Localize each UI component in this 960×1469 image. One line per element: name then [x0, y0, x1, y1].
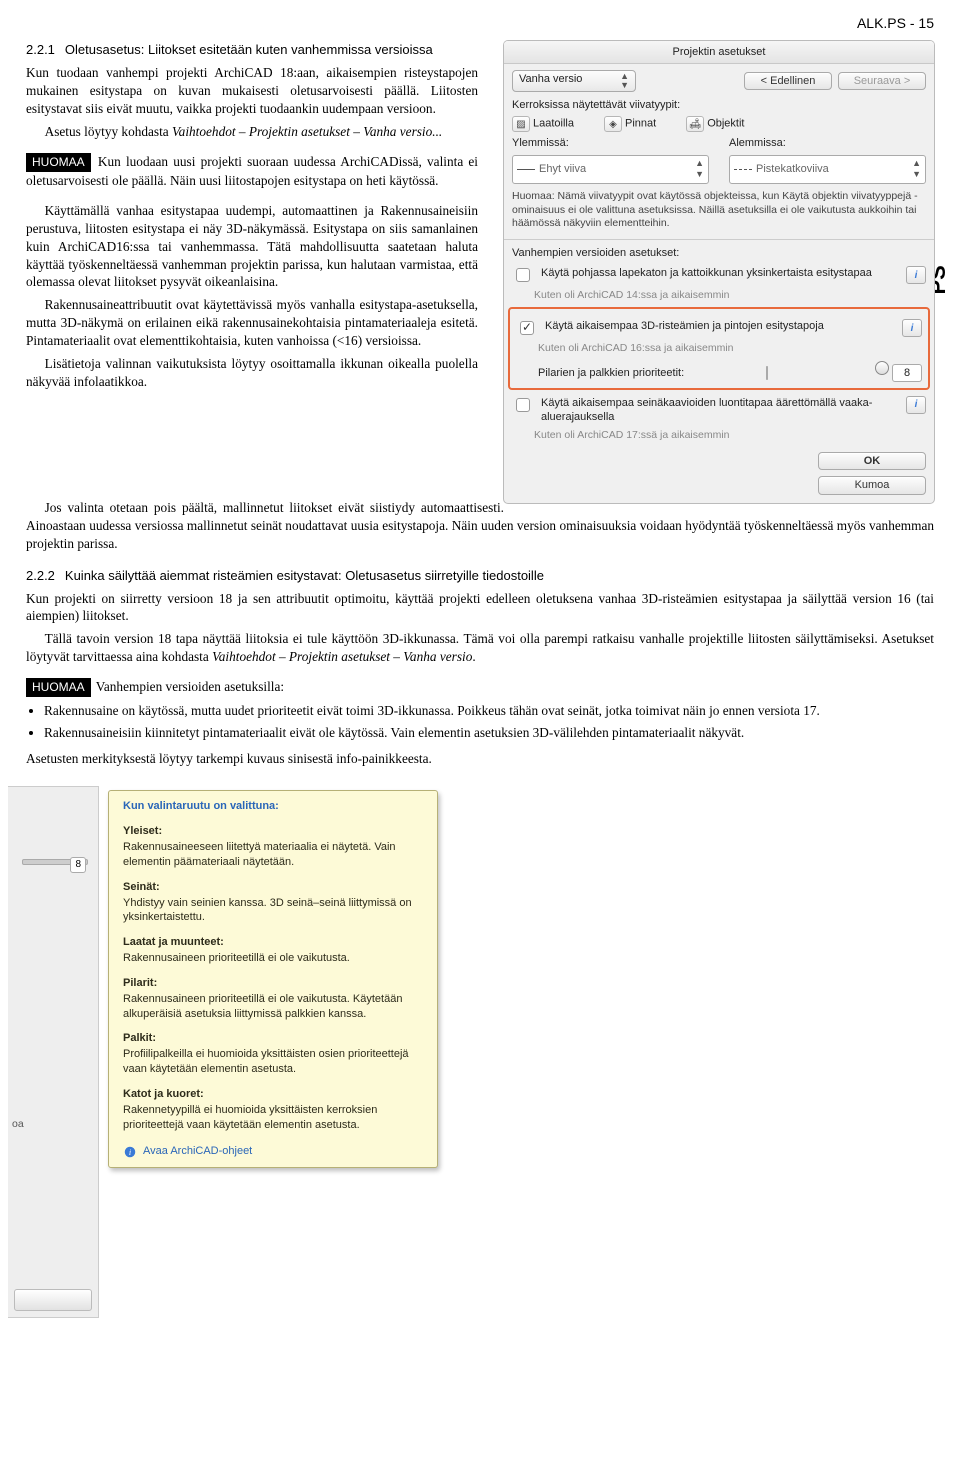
priority-slider[interactable] [766, 366, 886, 380]
next-button: Seuraava > [838, 72, 926, 90]
highlighted-option: Käytä aikaisempaa 3D-risteämien ja pinto… [508, 307, 930, 390]
tt-s2b: Yhdistyy vain seinien kanssa. 3D seinä–s… [123, 896, 423, 926]
info-button-1[interactable]: i [906, 266, 926, 284]
tt-s1b: Rakennusaineeseen liitettyä materiaalia … [123, 840, 423, 870]
section-222-heading: 2.2.2 Kuinka säilyttää aiemmat risteämie… [26, 567, 934, 585]
section-221-p3: Kun luodaan uusi projekti suoraan uudess… [26, 154, 478, 188]
tt-s4b: Rakennusaineen prioriteetillä ei ole vai… [123, 992, 423, 1022]
huomaa-badge-2: HUOMAA [26, 678, 91, 697]
section-222-p3: Asetusten merkityksestä löytyy tarkempi … [26, 750, 934, 768]
tt-s4t: Pilarit: [123, 976, 423, 991]
page-reference: ALK.PS - 15 [26, 14, 934, 33]
tooltip-panel: Kun valintaruutu on valittuna: Yleiset: … [108, 790, 438, 1168]
panel-note: Huomaa: Nämä viivatyypit ovat käytössä o… [512, 190, 926, 231]
gutter-slider-val: 8 [70, 857, 86, 873]
project-settings-panel: Projektin asetukset Vanha versio ▲▼ < Ed… [504, 41, 934, 503]
info-button-2[interactable]: i [902, 319, 922, 337]
priority-value: 8 [892, 364, 922, 382]
bullet-2: Rakennusaineisiin kiinnitetyt pintamater… [44, 724, 934, 742]
tooltip-footer-link[interactable]: i Avaa ArchiCAD-ohjeet [123, 1144, 423, 1159]
ok-button[interactable]: OK [818, 452, 926, 470]
gutter-strip: 8 oa [8, 786, 99, 1318]
check3[interactable] [516, 398, 530, 412]
section-221-num: 2.2.1 [26, 42, 55, 57]
lower-line-select[interactable]: Pistekatkoviiva ▲▼ [729, 155, 926, 184]
check2-label: Käytä aikaisempaa 3D-risteämien ja pinto… [545, 319, 894, 333]
section-222-p1: Kun projekti on siirretty versioon 18 ja… [26, 590, 934, 626]
ylemmissa-label: Ylemmissä: [512, 136, 709, 150]
tt-s6b: Rakennetyypillä ei huomioida yksittäiste… [123, 1103, 423, 1133]
chip-pinnat: ◈Pinnat [604, 116, 656, 132]
check3-sub: Kuten oli ArchiCAD 17:ssä ja aikaisemmin [534, 429, 926, 443]
object-icon: 🛋 [686, 116, 704, 132]
layers-label: Kerroksissa näytettävät viivatyypit: [512, 98, 926, 112]
section-221-p2b: Vaihtoehdot – Projektin asetukset – Vanh… [172, 124, 442, 139]
bullet-1: Rakennusaine on käytössä, mutta uudet pr… [44, 702, 934, 720]
section-221-p2a: Asetus löytyy kohdasta [45, 124, 172, 139]
tt-s3t: Laatat ja muunteet: [123, 935, 423, 950]
section-222-p2a: Tällä tavoin version 18 tapa näyttää lii… [26, 631, 934, 664]
section-222-p2b: Vaihtoehdot – Projektin asetukset – Vanh… [212, 649, 472, 664]
section-221-title: Oletusasetus: Liitokset esitetään kuten … [65, 42, 433, 57]
chip-laatoilla: ▨Laatoilla [512, 116, 574, 132]
tt-s3b: Rakennusaineen prioriteetillä ei ole vai… [123, 951, 423, 966]
tooltip-footer-text: Avaa ArchiCAD-ohjeet [143, 1144, 252, 1159]
section-222-note-block: HUOMAA Vanhempien versioiden asetuksilla… [26, 678, 934, 697]
tt-s2t: Seinät: [123, 880, 423, 895]
check3-label: Käytä aikaisempaa seinäkaavioiden luonti… [541, 396, 898, 425]
section-221-p4: Käyttämällä vanhaa esitystapaa uudempi, … [26, 202, 478, 292]
info-icon: i [123, 1146, 137, 1158]
priority-label: Pilarien ja palkkien prioriteetit: [538, 366, 766, 380]
section-222-p2: Tällä tavoin version 18 tapa näyttää lii… [26, 630, 934, 666]
tt-s5b: Profiilipalkeilla ei huomioida yksittäis… [123, 1047, 423, 1077]
huomaa-badge: HUOMAA [26, 153, 91, 172]
check2-sub: Kuten oli ArchiCAD 16:ssa ja aikaisemmin [538, 342, 922, 356]
cancel-button[interactable]: Kumoa [818, 476, 926, 494]
info-button-3[interactable]: i [906, 396, 926, 414]
panel-title: Projektin asetukset [504, 41, 934, 64]
version-select-value: Vanha versio [519, 73, 582, 85]
tt-s1t: Yleiset: [123, 824, 423, 839]
gutter-tag: oa [12, 1117, 24, 1131]
check2[interactable] [520, 321, 534, 335]
section-222-num: 2.2.2 [26, 568, 55, 583]
older-versions-label: Vanhempien versioiden asetukset: [512, 246, 926, 260]
version-select[interactable]: Vanha versio ▲▼ [512, 70, 636, 92]
section-222-bullets: Rakennusaine on käytössä, mutta uudet pr… [26, 702, 934, 742]
check1-sub: Kuten oli ArchiCAD 14:ssa ja aikaisemmin [534, 289, 926, 303]
slab-icon: ▨ [512, 116, 530, 132]
check1[interactable] [516, 268, 530, 282]
tooltip-figure: 8 oa Kun valintaruutu on valittuna: Ylei… [8, 790, 438, 1318]
chip-objektit: 🛋Objektit [686, 116, 744, 132]
check3-row: Käytä aikaisempaa seinäkaavioiden luonti… [512, 396, 926, 425]
section-221-note-block: HUOMAA Kun luodaan uusi projekti suoraan… [26, 153, 478, 190]
section-222-lead: Vanhempien versioiden asetuksilla: [93, 679, 284, 694]
section-221-p2: Asetus löytyy kohdasta Vaihtoehdot – Pro… [26, 123, 478, 141]
section-221-p6: Lisätietoja valinnan vaikutuksista löyty… [26, 355, 478, 391]
section-221-heading: 2.2.1 Oletusasetus: Liitokset esitetään … [26, 41, 478, 59]
section-222-title: Kuinka säilyttää aiemmat risteämien esit… [65, 568, 544, 583]
check1-label: Käytä pohjassa lapekaton ja kattoikkunan… [541, 266, 898, 280]
tt-s5t: Palkit: [123, 1031, 423, 1046]
tt-s6t: Katot ja kuoret: [123, 1087, 423, 1102]
section-221-p5: Rakennusaineattribuutit ovat käytettävis… [26, 296, 478, 350]
tooltip-head: Kun valintaruutu on valittuna: [123, 799, 423, 814]
gutter-slider: 8 [22, 859, 88, 873]
alemmissa-label: Alemmissa: [729, 136, 926, 150]
section-221-p1: Kun tuodaan vanhempi projekti ArchiCAD 1… [26, 64, 478, 118]
check1-row: Käytä pohjassa lapekaton ja kattoikkunan… [512, 266, 926, 285]
section-221-p7: Jos valinta otetaan pois päältä, mallinn… [26, 499, 934, 553]
surface-icon: ◈ [604, 116, 622, 132]
prev-button[interactable]: < Edellinen [744, 72, 832, 90]
upper-line-select[interactable]: Ehyt viiva ▲▼ [512, 155, 709, 184]
